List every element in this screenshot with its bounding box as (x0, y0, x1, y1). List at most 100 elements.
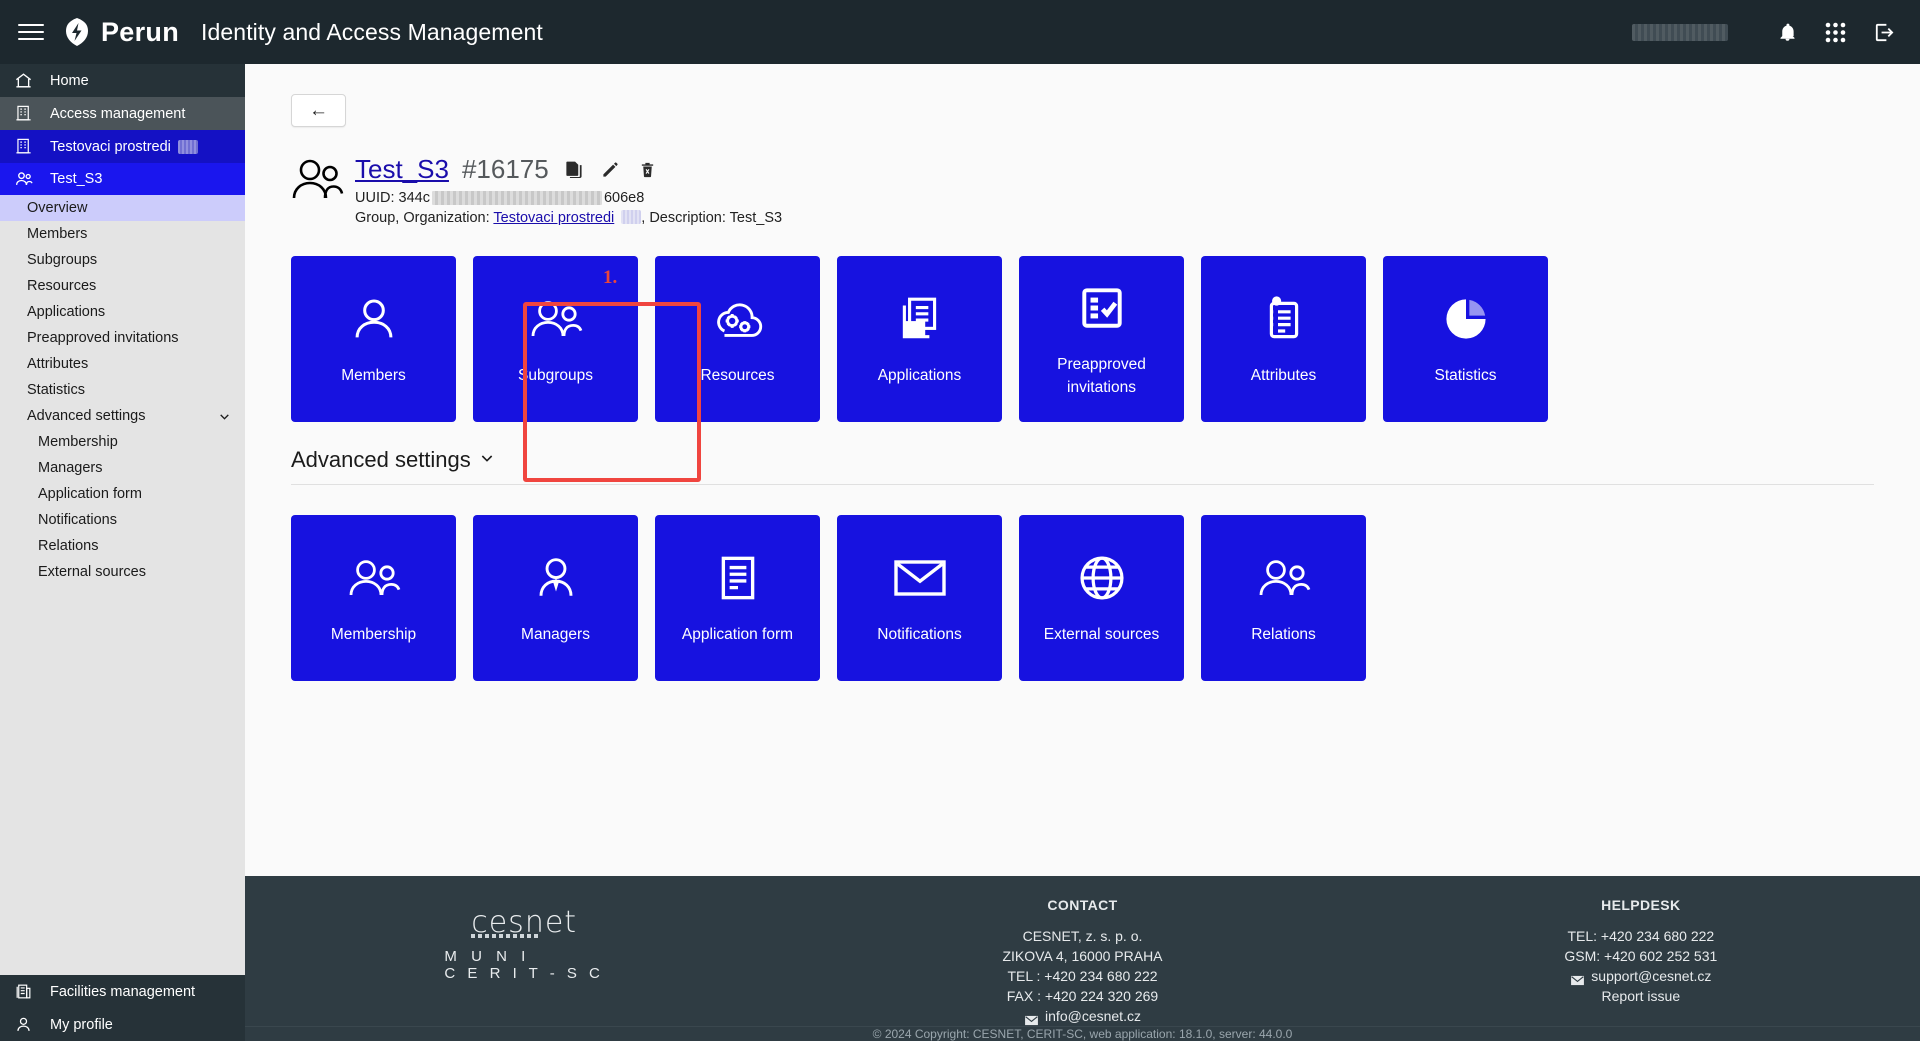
helpdesk-email-row[interactable]: support@cesnet.cz (1570, 966, 1711, 986)
sidebar-item-relations[interactable]: Relations (0, 533, 245, 559)
documents-icon (895, 290, 945, 348)
sidebar-item-application-form[interactable]: Application form (0, 481, 245, 507)
building-icon (14, 137, 40, 156)
sidebar-item-facilities-management-label: Facilities management (50, 984, 195, 1000)
sidebar-secondary-nav: Overview Members Subgroups Resources App… (0, 195, 245, 975)
app-header: Perun Identity and Access Management (0, 0, 1920, 64)
sidebar-item-facilities-management[interactable]: Facilities management (0, 975, 245, 1008)
muni-cerit-logo: M U N I C E R I T - S C (444, 948, 603, 982)
user-icon (14, 1015, 40, 1034)
tile-attributes[interactable]: Attributes (1201, 256, 1366, 422)
tile-preapproved-invitations[interactable]: Preapproved invitations (1019, 256, 1184, 422)
contact-email[interactable]: info@cesnet.cz (1045, 1006, 1141, 1026)
sidebar-item-preapproved-invitations[interactable]: Preapproved invitations (0, 325, 245, 351)
hamburger-icon[interactable] (18, 19, 44, 45)
advanced-settings-label: Advanced settings (291, 447, 471, 473)
sidebar-item-advanced-settings-label: Advanced settings (27, 408, 146, 424)
sidebar-item-subgroups[interactable]: Subgroups (0, 247, 245, 273)
helpdesk-email[interactable]: support@cesnet.cz (1591, 966, 1711, 986)
tile-managers[interactable]: Managers (473, 515, 638, 681)
sidebar-item-notifications[interactable]: Notifications (0, 507, 245, 533)
sidebar-item-advanced-settings[interactable]: Advanced settings (0, 403, 245, 429)
entity-title-row: Test_S3 #16175 (355, 154, 782, 185)
organization-redacted-suffix (621, 210, 641, 224)
sidebar-item-resources[interactable]: Resources (0, 273, 245, 299)
brand-logo[interactable]: Perun (62, 17, 179, 48)
tile-statistics-label: Statistics (1434, 364, 1496, 387)
two-people-icon (1256, 549, 1312, 607)
contact-line: CESNET, z. s. p. o. (1023, 926, 1143, 946)
clipboard-list-icon (1260, 290, 1308, 348)
tile-notifications[interactable]: Notifications (837, 515, 1002, 681)
group-icon (14, 169, 40, 189)
entity-meta-prefix: Group, Organization: (355, 210, 490, 226)
helpdesk-line: GSM: +420 602 252 531 (1564, 946, 1717, 966)
edit-icon[interactable] (599, 158, 623, 182)
entity-header: Test_S3 #16175 (291, 152, 1920, 226)
sidebar-item-statistics[interactable]: Statistics (0, 377, 245, 403)
bell-icon[interactable] (1772, 17, 1802, 47)
tile-subgroups-label: Subgroups (518, 364, 593, 387)
entity-info: Test_S3 #16175 (355, 152, 782, 226)
tile-external-sources[interactable]: External sources (1019, 515, 1184, 681)
report-issue-link[interactable]: Report issue (1602, 986, 1681, 1006)
footer-contact-column: CONTACT CESNET, z. s. p. o. ZIKOVA 4, 16… (803, 897, 1361, 1026)
contact-line: ZIKOVA 4, 16000 PRAHA (1002, 946, 1162, 966)
tile-resources[interactable]: Resources (655, 256, 820, 422)
helpdesk-line: TEL: +420 234 680 222 (1567, 926, 1714, 946)
copy-icon[interactable] (562, 158, 586, 182)
entity-name-link[interactable]: Test_S3 (355, 154, 449, 185)
group-avatar-icon (291, 152, 345, 206)
sidebar-item-membership[interactable]: Membership (0, 429, 245, 455)
checklist-icon (1077, 279, 1127, 337)
sidebar-item-external-sources[interactable]: External sources (0, 559, 245, 585)
sidebar-item-testovaci-prostredi[interactable]: Testovaci prostredi (0, 130, 245, 163)
tile-statistics[interactable]: Statistics (1383, 256, 1548, 422)
tile-managers-label: Managers (521, 623, 590, 646)
form-document-icon (715, 549, 761, 607)
tile-notifications-label: Notifications (877, 623, 961, 646)
tile-membership[interactable]: Membership (291, 515, 456, 681)
sidebar-item-overview[interactable]: Overview (0, 195, 245, 221)
envelope-icon (1024, 1011, 1039, 1022)
tile-application-form[interactable]: Application form (655, 515, 820, 681)
sidebar-item-test-s3[interactable]: Test_S3 (0, 163, 245, 195)
tile-members[interactable]: Members (291, 256, 456, 422)
tile-relations[interactable]: Relations (1201, 515, 1366, 681)
sidebar-item-home[interactable]: Home (0, 64, 245, 97)
sidebar-item-attributes[interactable]: Attributes (0, 351, 245, 377)
delete-icon[interactable] (636, 158, 660, 182)
sidebar-item-members[interactable]: Members (0, 221, 245, 247)
footer-helpdesk-column: HELPDESK TEL: +420 234 680 222 GSM: +420… (1362, 897, 1920, 1006)
sidebar-item-applications[interactable]: Applications (0, 299, 245, 325)
annotation-number: 1. (603, 267, 617, 289)
advanced-settings-toggle[interactable]: Advanced settings (291, 447, 495, 473)
helpdesk-heading: HELPDESK (1601, 897, 1680, 913)
entity-organization-link[interactable]: Testovaci prostredi (493, 210, 614, 226)
entity-uuid-suffix: 606e8 (604, 190, 644, 206)
sidebar-item-access-management[interactable]: Access management (0, 97, 245, 130)
primary-tile-grid: Members Subgroups (291, 256, 1920, 422)
sidebar-item-access-management-label: Access management (50, 106, 185, 122)
logout-icon[interactable] (1868, 17, 1898, 47)
sidebar-primary-nav: Home Access management (0, 64, 245, 195)
entity-meta: Group, Organization: Testovaci prostredi… (355, 210, 782, 226)
contact-email-row[interactable]: info@cesnet.cz (1024, 1006, 1141, 1026)
contact-line: TEL : +420 234 680 222 (1007, 966, 1157, 986)
back-button[interactable]: ← (291, 94, 346, 127)
app-footer: cesnet M U N I C E R I T - S C (245, 876, 1920, 1041)
sidebar-item-managers[interactable]: Managers (0, 455, 245, 481)
app-root: Perun Identity and Access Management (0, 0, 1920, 1041)
sidebar-item-test-s3-label: Test_S3 (50, 171, 102, 187)
building-icon (14, 104, 40, 123)
app-body: Home Access management (0, 64, 1920, 1041)
main-area: ← Test_S3 #16175 (245, 64, 1920, 1041)
footer-logos: cesnet M U N I C E R I T - S C (444, 905, 603, 982)
manager-tie-icon (531, 549, 581, 607)
tile-application-form-label: Application form (682, 623, 793, 646)
tile-applications[interactable]: Applications (837, 256, 1002, 422)
entity-meta-suffix: , Description: Test_S3 (641, 210, 782, 226)
apps-grid-icon[interactable] (1820, 17, 1850, 47)
sidebar-item-my-profile[interactable]: My profile (0, 1008, 245, 1041)
facility-icon (14, 982, 40, 1001)
